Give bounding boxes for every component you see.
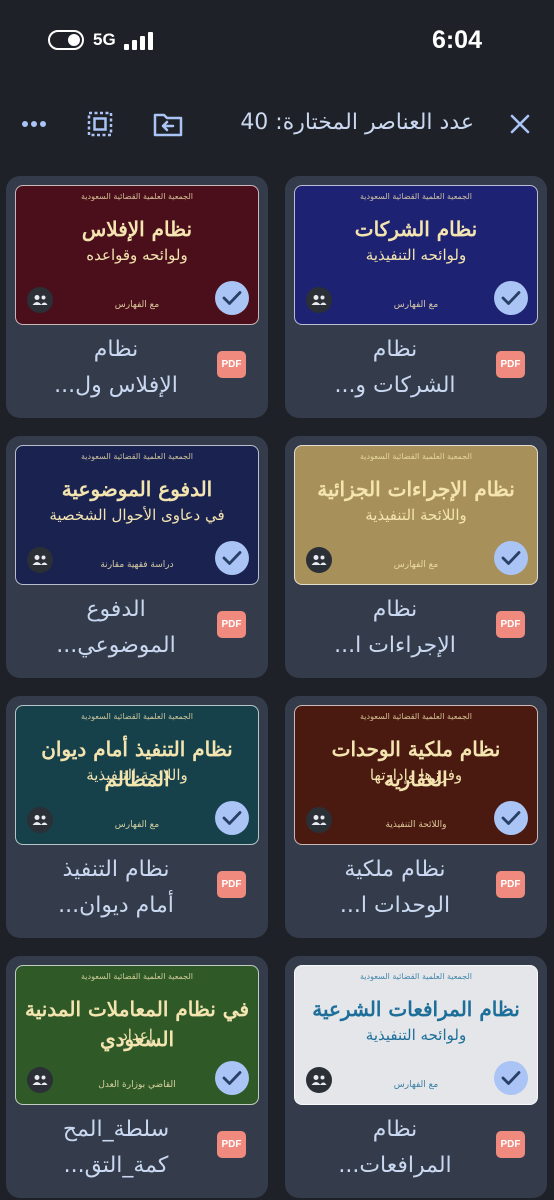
publisher-header: الجمعية العلمية القضائية السعودية [80, 712, 193, 721]
file-thumbnail[interactable]: الجمعية العلمية القضائية السعودية نظام ا… [15, 705, 259, 845]
pdf-file-icon: PDF [217, 611, 246, 638]
more-horizontal-icon[interactable] [16, 106, 52, 142]
file-name-line-1: نظام التنفيذ [62, 857, 170, 882]
file-name-line-1: نظام [372, 337, 418, 362]
signal-icon [124, 30, 160, 50]
file-name-line-2: الموضوعي... [56, 633, 176, 658]
selected-check-icon[interactable] [494, 281, 528, 315]
shared-people-icon [306, 1067, 332, 1093]
pdf-file-icon: PDF [217, 351, 246, 378]
file-name-line-2: الإجراءات ا... [334, 633, 456, 658]
shared-people-icon [27, 547, 53, 573]
file-card[interactable]: الجمعية العلمية القضائية السعودية نظام ا… [6, 696, 268, 938]
shared-people-icon [27, 807, 53, 833]
file-name-line-1: نظام ملكية [344, 857, 446, 882]
selected-check-icon[interactable] [494, 801, 528, 835]
publisher-header: الجمعية العلمية القضائية السعودية [359, 452, 472, 461]
file-name-line-1: الدفوع [86, 597, 146, 622]
pdf-file-icon: PDF [496, 1131, 525, 1158]
file-card[interactable]: الجمعية العلمية القضائية السعودية نظام ا… [285, 176, 547, 418]
shared-people-icon [27, 1067, 53, 1093]
file-name-line-2: الشركات و... [334, 373, 456, 398]
cover-subtitle: إعداد [121, 1026, 153, 1044]
file-card[interactable]: الجمعية العلمية القضائية السعودية نظام م… [285, 696, 547, 938]
selected-check-icon[interactable] [494, 1061, 528, 1095]
pdf-file-icon: PDF [217, 1131, 246, 1158]
cover-subtitle: واللائحة التنفيذية [365, 506, 467, 524]
cover-title: نظام الشركات [354, 217, 478, 241]
pdf-file-icon: PDF [496, 871, 525, 898]
publisher-header: الجمعية العلمية القضائية السعودية [80, 192, 193, 201]
file-name-line-2: أمام ديوان... [58, 893, 174, 918]
shared-people-icon [306, 287, 332, 313]
file-name-line-2: المرافعات... [338, 1153, 452, 1178]
close-icon[interactable] [502, 106, 538, 142]
file-name-line-2: الإفلاس ول... [54, 373, 178, 398]
cover-title: الدفوع الموضوعية [61, 477, 213, 501]
selection-count-title: عدد العناصر المختارة: 40 [240, 110, 474, 135]
selected-check-icon[interactable] [215, 801, 249, 835]
cover-subtitle: ولوائحه التنفيذية [365, 1026, 467, 1044]
file-thumbnail[interactable]: الجمعية العلمية القضائية السعودية الدفوع… [15, 445, 259, 585]
shared-people-icon [306, 807, 332, 833]
pdf-file-icon: PDF [217, 871, 246, 898]
file-thumbnail[interactable]: الجمعية العلمية القضائية السعودية نظام ا… [294, 445, 538, 585]
file-card[interactable]: الجمعية العلمية القضائية السعودية نظام ا… [6, 176, 268, 418]
file-name-line-2: الوحدات ا... [339, 893, 451, 918]
file-thumbnail[interactable]: الجمعية العلمية القضائية السعودية نظام م… [294, 705, 538, 845]
pdf-file-icon: PDF [496, 351, 525, 378]
file-card[interactable]: الجمعية العلمية القضائية السعودية نظام ا… [285, 436, 547, 678]
file-card[interactable]: الجمعية العلمية القضائية السعودية الدفوع… [6, 436, 268, 678]
selection-toolbar: عدد العناصر المختارة: 40 [0, 96, 554, 152]
selected-check-icon[interactable] [215, 281, 249, 315]
status-bar: 5G 6:04 [0, 0, 554, 82]
file-name-line-1: نظام [93, 337, 139, 362]
file-name-line-1: نظام [372, 1117, 418, 1142]
clock: 6:04 [431, 26, 482, 54]
publisher-header: الجمعية العلمية القضائية السعودية [359, 972, 472, 981]
select-all-icon[interactable] [82, 106, 118, 142]
data-saver-toggle-icon [48, 30, 84, 50]
network-type: 5G [93, 30, 116, 49]
file-thumbnail[interactable]: الجمعية العلمية القضائية السعودية نظام ا… [294, 965, 538, 1105]
cover-subtitle: ولوائحه وقواعده [86, 246, 188, 264]
pdf-file-icon: PDF [496, 611, 525, 638]
publisher-header: الجمعية العلمية القضائية السعودية [80, 452, 193, 461]
cover-title: نظام الإفلاس [81, 217, 193, 241]
folder-move-icon[interactable] [150, 106, 186, 142]
selected-check-icon[interactable] [494, 541, 528, 575]
file-name-line-2: كمة_التق... [63, 1153, 169, 1178]
publisher-header: الجمعية العلمية القضائية السعودية [80, 972, 193, 981]
file-thumbnail[interactable]: الجمعية العلمية القضائية السعودية نظام ا… [294, 185, 538, 325]
cover-subtitle: وفرزها وإدارتها [369, 766, 463, 784]
file-name-line-1: سلطة_المح [62, 1117, 170, 1142]
file-card[interactable]: الجمعية العلمية القضائية السعودية في نظا… [6, 956, 268, 1198]
publisher-header: الجمعية العلمية القضائية السعودية [359, 712, 472, 721]
shared-people-icon [306, 547, 332, 573]
cover-title: نظام الإجراءات الجزائية [317, 477, 515, 501]
cover-subtitle: في دعاوى الأحوال الشخصية [49, 506, 225, 524]
selected-check-icon[interactable] [215, 1061, 249, 1095]
cover-title: نظام المرافعات الشرعية [312, 997, 520, 1021]
file-thumbnail[interactable]: الجمعية العلمية القضائية السعودية نظام ا… [15, 185, 259, 325]
file-thumbnail[interactable]: الجمعية العلمية القضائية السعودية في نظا… [15, 965, 259, 1105]
cover-subtitle: ولوائحه التنفيذية [365, 246, 467, 264]
publisher-header: الجمعية العلمية القضائية السعودية [359, 192, 472, 201]
shared-people-icon [27, 287, 53, 313]
selected-check-icon[interactable] [215, 541, 249, 575]
file-card[interactable]: الجمعية العلمية القضائية السعودية نظام ا… [285, 956, 547, 1198]
file-name-line-1: نظام [372, 597, 418, 622]
cover-subtitle: واللائحة التنفيذية [86, 766, 188, 784]
